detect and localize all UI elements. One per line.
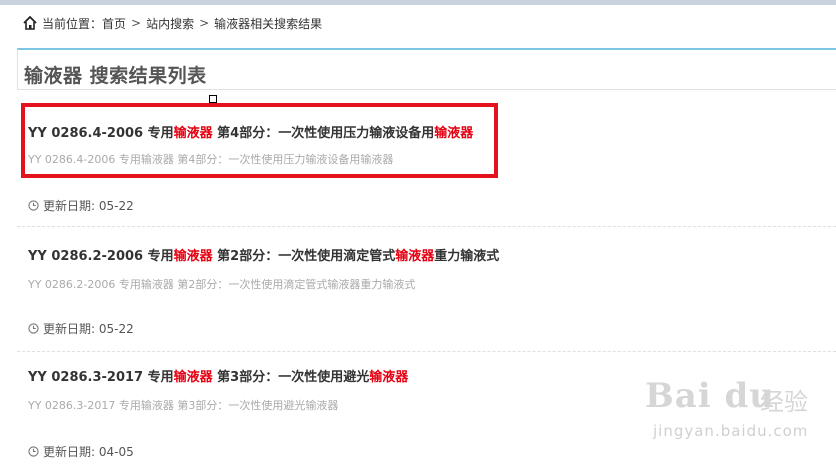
result-date: 更新日期: 05-22 bbox=[28, 320, 134, 337]
breadcrumb-search[interactable]: 站内搜索 bbox=[146, 15, 194, 32]
breadcrumb-current: 输液器相关搜索结果 bbox=[214, 16, 323, 31]
watermark-url: jingyan.baidu.com bbox=[653, 422, 809, 440]
result-item: YY 0286.2-2006 专用输液器 第2部分：一次性使用滴定管式输液器重力… bbox=[17, 227, 836, 352]
watermark-cn: 经验 bbox=[760, 388, 808, 416]
baidu-jingyan-watermark: Bai du 经验 jingyan.baidu.com bbox=[645, 376, 825, 456]
page-title: 输液器 搜索结果列表 bbox=[24, 65, 207, 87]
breadcrumb: 当前位置： 首页 > 站内搜索 > 输液器相关搜索结果 bbox=[22, 14, 322, 32]
result-title[interactable]: YY 0286.2-2006 专用输液器 第2部分：一次性使用滴定管式输液器重力… bbox=[28, 245, 499, 264]
result-summary: YY 0286.2-2006 专用输液器 第2部分：一次性使用滴定管式输液器重力… bbox=[28, 278, 416, 291]
title-box: 输液器 搜索结果列表 bbox=[17, 48, 836, 90]
breadcrumb-prefix: 当前位置： bbox=[42, 16, 103, 31]
result-title[interactable]: YY 0286.3-2017 专用输液器 第3部分：一次性使用避光输液器 bbox=[28, 366, 408, 385]
clock-icon bbox=[28, 446, 39, 457]
watermark-logo: Bai du bbox=[645, 376, 776, 416]
clock-icon bbox=[28, 200, 39, 211]
annotation-highlight-box bbox=[21, 103, 498, 178]
breadcrumb-separator: > bbox=[131, 16, 142, 30]
breadcrumb-separator: > bbox=[199, 16, 210, 30]
clock-icon bbox=[28, 323, 39, 334]
result-date: 更新日期: 04-05 bbox=[28, 443, 134, 460]
home-icon[interactable] bbox=[22, 15, 38, 31]
result-summary: YY 0286.3-2017 专用输液器 第3部分：一次性使用避光输液器 bbox=[28, 399, 339, 412]
top-bar bbox=[0, 0, 836, 5]
breadcrumb-home[interactable]: 首页 bbox=[102, 15, 126, 32]
result-date: 更新日期: 05-22 bbox=[28, 197, 134, 214]
